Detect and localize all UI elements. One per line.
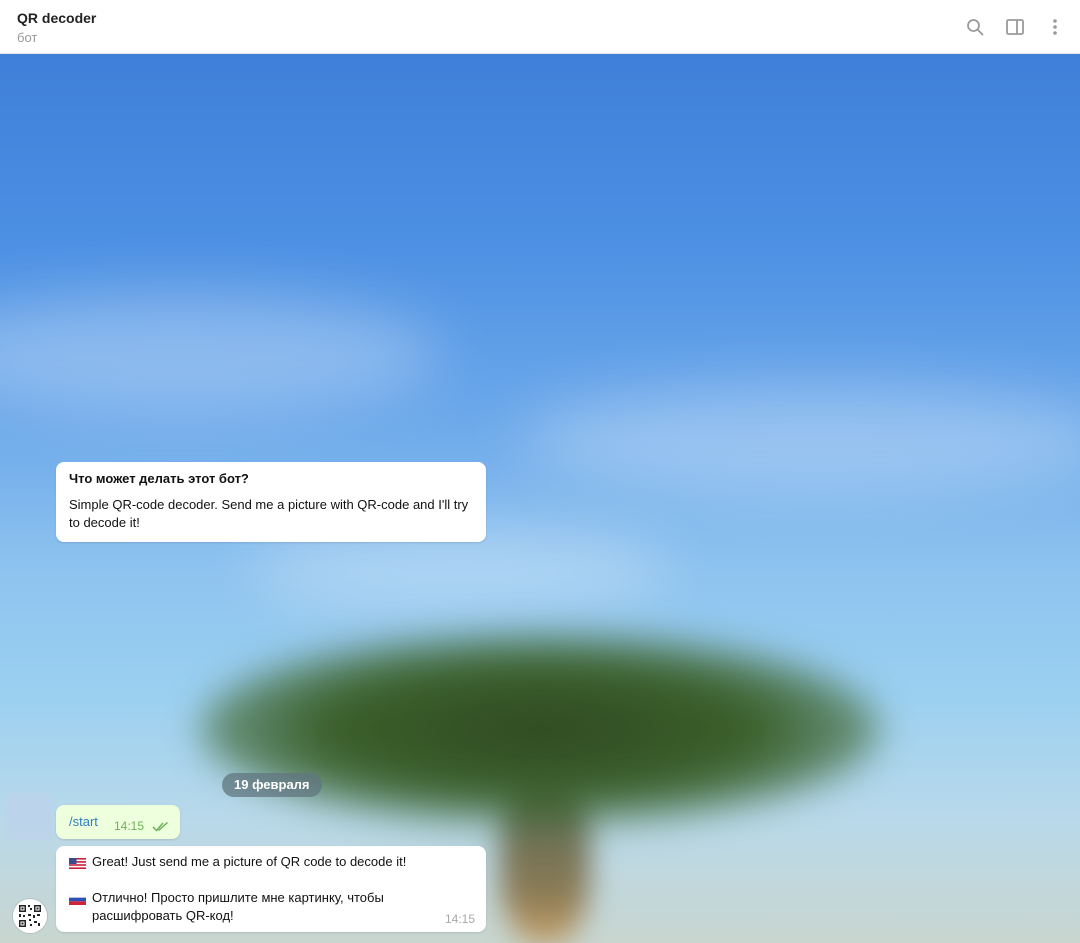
us-flag-icon — [69, 856, 86, 869]
background-cloud — [0, 294, 440, 414]
incoming-message[interactable]: Great! Just send me a picture of QR code… — [56, 846, 486, 932]
user-avatar[interactable] — [6, 794, 52, 840]
outgoing-message[interactable]: /start 14:15 — [56, 805, 180, 839]
background-cloud — [520, 384, 1080, 494]
sidebar-toggle-icon[interactable] — [1004, 14, 1026, 40]
search-icon[interactable] — [964, 14, 986, 40]
bot-avatar[interactable] — [13, 899, 47, 933]
message-text-ru: Отлично! Просто пришлите мне картинку, ч… — [92, 890, 384, 923]
bot-intro-title: Что может делать этот бот? — [69, 471, 249, 486]
chat-title[interactable]: QR decoder — [17, 10, 96, 26]
bot-intro-card: Что может делать этот бот? Simple QR-cod… — [56, 462, 486, 542]
message-time: 14:15 — [114, 819, 145, 833]
message-time: 14:15 — [444, 912, 475, 926]
qr-code-icon — [13, 899, 47, 933]
date-separator[interactable]: 19 февраля — [222, 773, 322, 797]
read-ticks-icon — [152, 819, 170, 837]
chat-subtitle: бот — [17, 30, 38, 45]
chat-area[interactable]: Что может делать этот бот? Simple QR-cod… — [0, 54, 1080, 943]
bot-intro-text: Simple QR-code decoder. Send me a pictur… — [69, 497, 469, 530]
header-actions — [964, 14, 1066, 40]
chat-header: QR decoder бот — [0, 0, 1080, 54]
message-line-ru: Отлично! Просто пришлите мне картинку, ч… — [68, 889, 473, 925]
bot-command-link[interactable]: /start — [69, 814, 98, 829]
more-vertical-icon[interactable] — [1044, 14, 1066, 40]
ru-flag-icon — [68, 892, 87, 905]
message-line-en: Great! Just send me a picture of QR code… — [69, 853, 473, 871]
message-text-en: Great! Just send me a picture of QR code… — [92, 854, 407, 869]
